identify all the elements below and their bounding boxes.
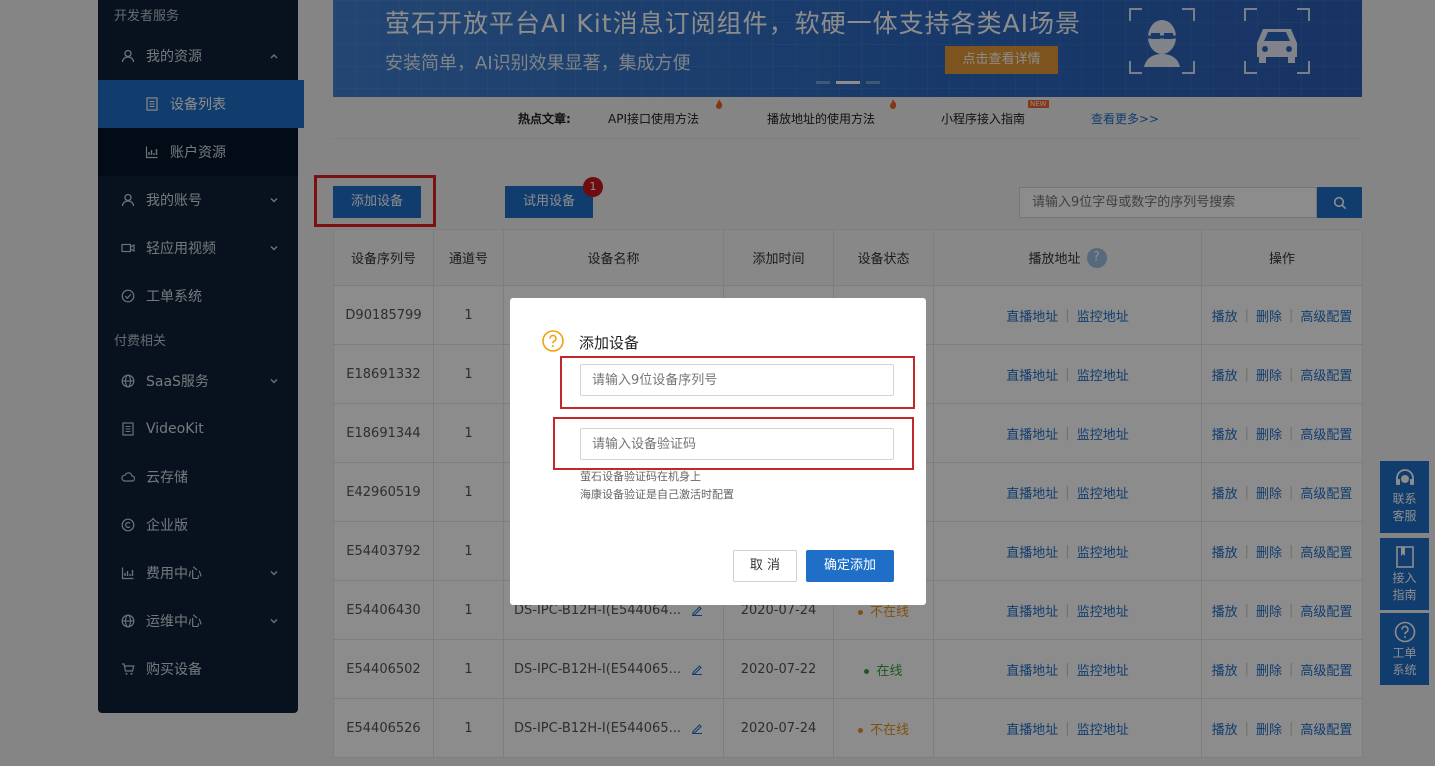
hint-hikvision: 海康设备验证是自己激活时配置 <box>580 488 734 501</box>
question-icon <box>542 330 564 352</box>
add-device-dialog: 添加设备 萤石设备验证码在机身上 海康设备验证是自己激活时配置 取 消 确定添加 <box>510 298 926 605</box>
hint-ezviz: 萤石设备验证码在机身上 <box>580 470 701 483</box>
cancel-button[interactable]: 取 消 <box>733 550 797 582</box>
dialog-title: 添加设备 <box>579 334 640 352</box>
verify-code-input[interactable] <box>580 428 894 460</box>
serial-number-input[interactable] <box>580 364 894 396</box>
confirm-add-button[interactable]: 确定添加 <box>806 550 894 582</box>
